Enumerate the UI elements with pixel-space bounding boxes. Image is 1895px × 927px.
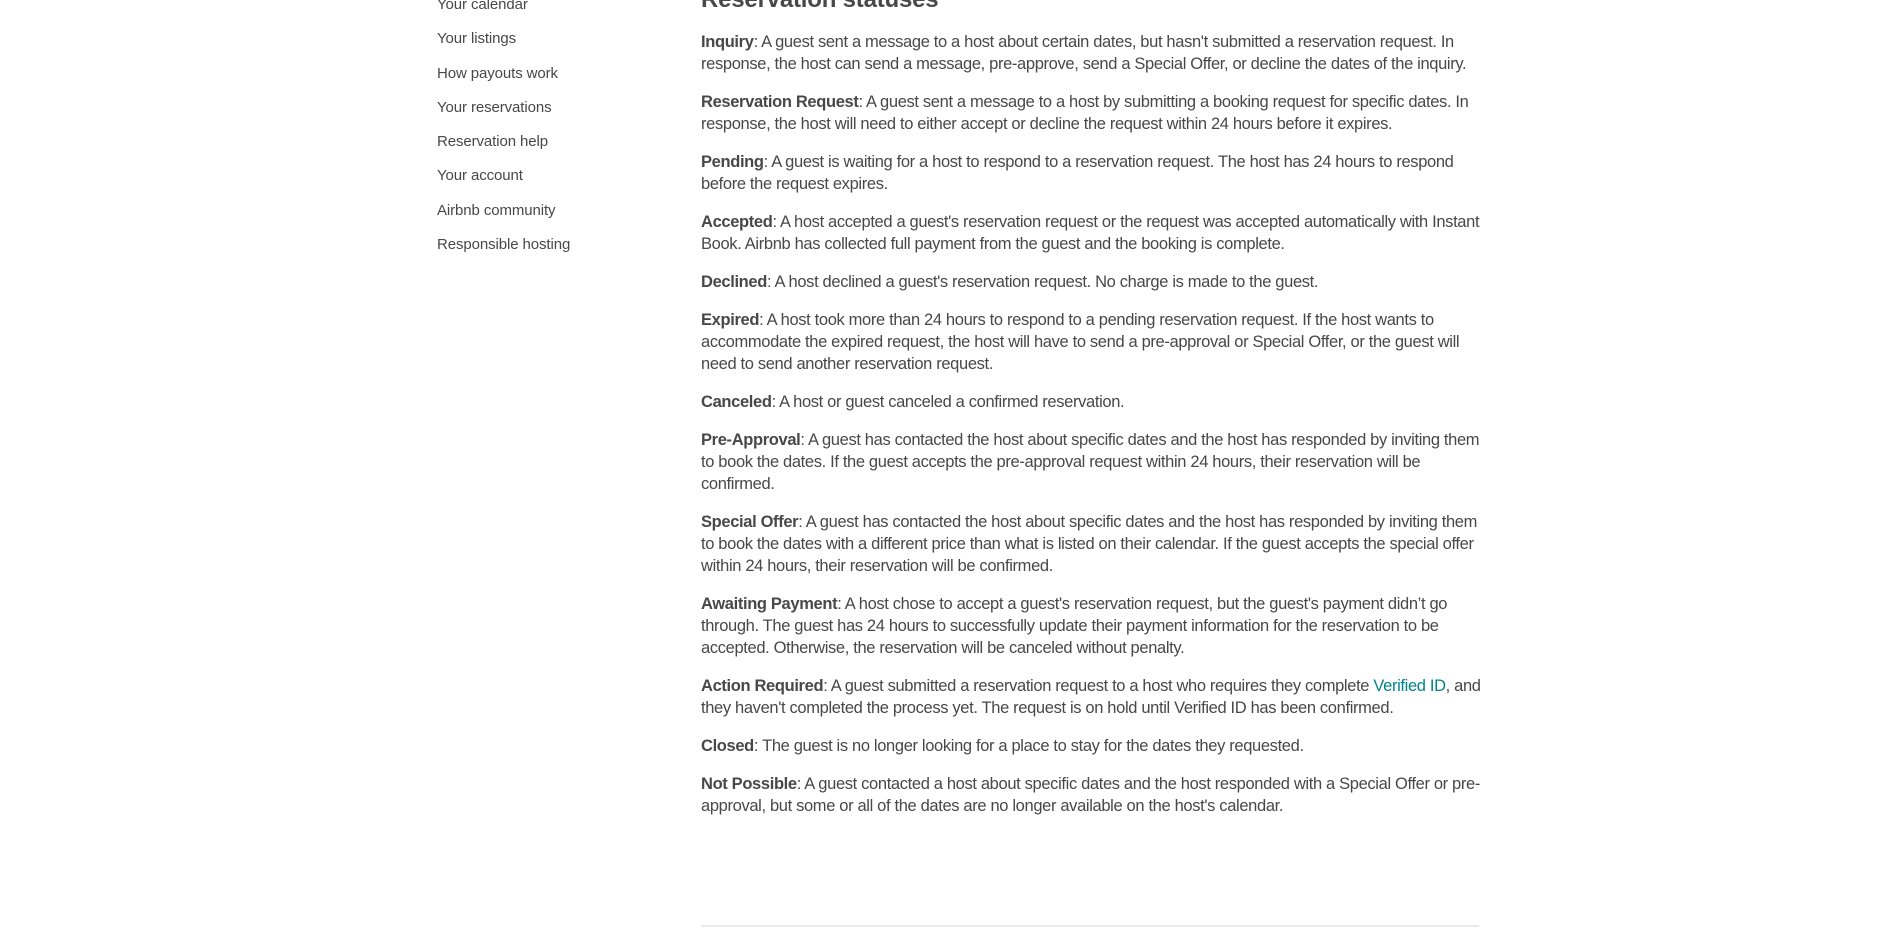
sidebar-item-how-payouts-work[interactable]: How payouts work bbox=[437, 57, 657, 91]
sidebar-item-airbnb-community[interactable]: Airbnb community bbox=[437, 194, 657, 228]
status-term: Action Required bbox=[701, 677, 824, 695]
status-description: : A guest has contacted the host about s… bbox=[701, 513, 1478, 575]
status-description: : A host took more than 24 hours to resp… bbox=[701, 311, 1460, 373]
status-description: : A guest contacted a host about specifi… bbox=[701, 775, 1480, 815]
status-description: : A guest submitted a reservation reques… bbox=[823, 677, 1374, 695]
status-awaiting-payment: Awaiting Payment: A host chose to accept… bbox=[701, 593, 1481, 659]
sidebar-item-responsible-hosting[interactable]: Responsible hosting bbox=[437, 228, 657, 262]
status-description: : A host accepted a guest's reservation … bbox=[701, 213, 1480, 253]
sidebar-item-your-account[interactable]: Your account bbox=[437, 159, 657, 193]
status-term: Closed bbox=[701, 737, 754, 755]
status-description: : A host or guest canceled a confirmed r… bbox=[771, 393, 1125, 411]
status-term: Reservation Request bbox=[701, 93, 859, 111]
status-description: : The guest is no longer looking for a p… bbox=[753, 737, 1304, 755]
status-expired: Expired: A host took more than 24 hours … bbox=[701, 309, 1481, 375]
status-not-possible: Not Possible: A guest contacted a host a… bbox=[701, 773, 1481, 817]
status-term: Pre-Approval bbox=[701, 431, 801, 449]
status-action-required: Action Required: A guest submitted a res… bbox=[701, 675, 1481, 719]
status-term: Accepted bbox=[701, 213, 773, 231]
help-sidebar: Your calendar Your listings How payouts … bbox=[437, 0, 657, 262]
sidebar-item-your-reservations[interactable]: Your reservations bbox=[437, 91, 657, 125]
status-definitions: Inquiry: A guest sent a message to a hos… bbox=[701, 31, 1481, 833]
status-canceled: Canceled: A host or guest canceled a con… bbox=[701, 391, 1481, 413]
status-description: : A guest is waiting for a host to respo… bbox=[701, 153, 1454, 193]
status-term: Inquiry bbox=[701, 33, 754, 51]
status-pre-approval: Pre-Approval: A guest has contacted the … bbox=[701, 429, 1481, 495]
status-term: Special Offer bbox=[701, 513, 799, 531]
sidebar-item-your-calendar[interactable]: Your calendar bbox=[437, 0, 657, 22]
sidebar-item-reservation-help[interactable]: Reservation help bbox=[437, 125, 657, 159]
status-pending: Pending: A guest is waiting for a host t… bbox=[701, 151, 1481, 195]
status-term: Pending bbox=[701, 153, 764, 171]
status-description: : A guest sent a message to a host about… bbox=[701, 33, 1467, 73]
verified-id-link[interactable]: Verified ID bbox=[1373, 677, 1446, 695]
status-inquiry: Inquiry: A guest sent a message to a hos… bbox=[701, 31, 1481, 75]
status-accepted: Accepted: A host accepted a guest's rese… bbox=[701, 211, 1481, 255]
status-description: : A host declined a guest's reservation … bbox=[766, 273, 1319, 291]
page-title: Reservation statuses bbox=[701, 0, 939, 14]
status-term: Declined bbox=[701, 273, 767, 291]
status-term: Not Possible bbox=[701, 775, 797, 793]
status-term: Awaiting Payment bbox=[701, 595, 838, 613]
status-closed: Closed: The guest is no longer looking f… bbox=[701, 735, 1481, 757]
status-special-offer: Special Offer: A guest has contacted the… bbox=[701, 511, 1481, 577]
sidebar-item-your-listings[interactable]: Your listings bbox=[437, 22, 657, 56]
status-term: Expired bbox=[701, 311, 760, 329]
status-declined: Declined: A host declined a guest's rese… bbox=[701, 271, 1481, 293]
status-term: Canceled bbox=[701, 393, 772, 411]
status-reservation-request: Reservation Request: A guest sent a mess… bbox=[701, 91, 1481, 135]
status-description: : A guest has contacted the host about s… bbox=[701, 431, 1480, 493]
